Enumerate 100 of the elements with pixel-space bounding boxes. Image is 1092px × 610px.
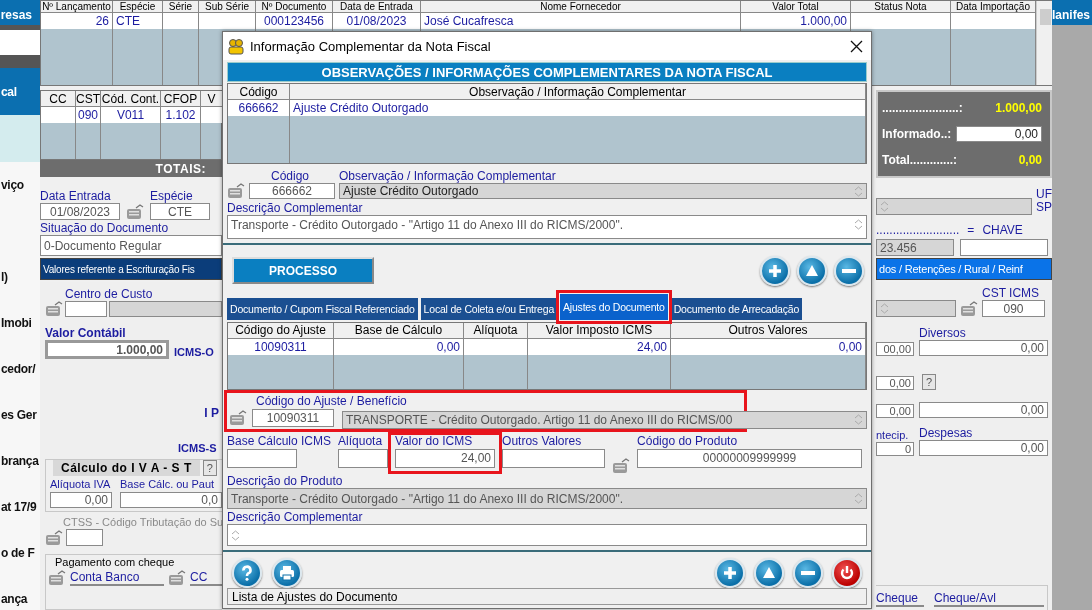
select-field[interactable] — [876, 300, 956, 317]
text-field[interactable]: 23.456 — [876, 239, 954, 256]
column-header[interactable]: Data Importação — [951, 1, 1036, 13]
sidebar-item[interactable]: o de F — [0, 530, 40, 576]
key-field[interactable] — [960, 239, 1048, 256]
amount-field[interactable]: 24,00 — [395, 448, 496, 468]
column-header[interactable]: Série — [163, 1, 199, 13]
scroll-thumb[interactable] — [1039, 9, 1051, 25]
amount-field[interactable]: 00,00 — [876, 342, 914, 356]
sidebar-item[interactable]: es Ger — [0, 392, 40, 438]
sidebar-header[interactable]: resas — [0, 0, 40, 25]
code-field[interactable] — [66, 529, 103, 546]
description-field[interactable] — [109, 301, 222, 317]
amount-field[interactable]: 0,00 — [956, 126, 1042, 142]
keypad-icon[interactable] — [168, 570, 186, 586]
move-up-button[interactable] — [754, 558, 784, 588]
code-field[interactable]: 666662 — [249, 183, 335, 199]
spin-icon[interactable] — [854, 492, 863, 505]
amount-field[interactable]: 0 — [876, 442, 914, 456]
sidebar-item[interactable]: at 17/9 — [0, 484, 40, 530]
tab[interactable]: Documento de Arrecadação — [670, 297, 803, 320]
column-header[interactable]: Status Nota — [851, 1, 951, 13]
amount-field[interactable]: 00000009999999 — [637, 448, 863, 468]
keypad-icon[interactable] — [960, 301, 978, 317]
add-button[interactable] — [715, 558, 745, 588]
keypad-icon[interactable] — [126, 204, 144, 220]
sidebar-item[interactable]: cedor/ — [0, 346, 40, 392]
amount-field[interactable]: 0,00 — [919, 440, 1048, 456]
move-up-button[interactable] — [797, 255, 827, 286]
amount-field[interactable] — [502, 448, 606, 468]
column-header[interactable]: Código do Ajuste — [228, 322, 334, 339]
sidebar-item[interactable]: ança — [0, 576, 40, 610]
date-field[interactable]: 01/08/2023 — [40, 203, 120, 220]
remove-button[interactable] — [793, 558, 823, 588]
amount-field[interactable]: 1.000,00 — [45, 340, 169, 359]
help-button[interactable]: ? — [922, 374, 936, 390]
amount-field[interactable] — [227, 448, 297, 468]
power-button[interactable] — [832, 558, 862, 588]
code-field[interactable] — [65, 301, 107, 317]
column-header[interactable]: Base de Cálculo — [334, 322, 464, 339]
column-header[interactable]: Data de Entrada — [333, 1, 421, 13]
column-header[interactable]: Nº Documento — [256, 1, 333, 13]
text-area[interactable] — [227, 524, 867, 546]
manifest-button[interactable]: lanifes — [1052, 0, 1092, 25]
text-field[interactable]: CTE — [150, 203, 210, 220]
amount-field[interactable]: 0,00 — [50, 492, 112, 508]
section-bar[interactable]: dos / Retenções / Rural / Reinf — [876, 258, 1052, 280]
spin-icon[interactable] — [854, 413, 863, 427]
select-field[interactable]: 0-Documento Regular — [40, 235, 222, 256]
text-area[interactable]: Transporte - Crédito Outorgado - "Artigo 11 do Anexo III do RICMS/2000". — [227, 215, 867, 239]
keypad-icon[interactable] — [45, 529, 63, 546]
column-header[interactable]: Sub Série — [199, 1, 256, 13]
sidebar-item[interactable]: brança — [0, 438, 40, 484]
keypad-icon[interactable] — [612, 457, 631, 474]
help-button[interactable]: ? — [202, 460, 217, 476]
select-field[interactable] — [876, 198, 1032, 215]
column-header[interactable]: Espécie — [113, 1, 163, 13]
select-field[interactable]: TRANSPORTE - Crédito Outorgado. Artigo 11 do Anexo III do RICMS/00 — [342, 410, 867, 429]
column-header[interactable]: Cód. Cont. — [101, 91, 161, 107]
amount-field[interactable]: 0,00 — [876, 404, 914, 418]
column-header[interactable]: Nº Lançamento — [41, 1, 113, 13]
sidebar-item[interactable]: viço — [0, 162, 40, 208]
column-header[interactable]: Observação / Informação Complementar — [290, 84, 866, 100]
tab[interactable]: Documento / Cupom Fiscal Referenciado — [227, 297, 418, 320]
help-button[interactable] — [232, 558, 262, 588]
column-header[interactable]: Outros Valores — [671, 322, 866, 339]
column-header[interactable]: Nome Fornecedor — [421, 1, 741, 13]
spin-icon[interactable] — [854, 218, 863, 231]
amount-field[interactable]: 0,00 — [876, 376, 914, 390]
sidebar-item[interactable]: Imobi — [0, 300, 40, 346]
keypad-icon[interactable] — [45, 301, 63, 317]
add-button[interactable] — [760, 255, 790, 286]
remove-button[interactable] — [834, 255, 864, 286]
keypad-icon[interactable] — [227, 183, 245, 199]
print-button[interactable] — [272, 558, 302, 588]
sidebar-item[interactable]: cal — [0, 68, 40, 115]
keypad-icon[interactable] — [229, 409, 247, 426]
column-header[interactable]: Alíquota — [464, 322, 528, 339]
column-header[interactable]: Valor Imposto ICMS — [528, 322, 671, 339]
process-button[interactable]: PROCESSO — [232, 257, 374, 285]
description-field[interactable]: Transporte - Crédito Outorgado - "Artigo 11 do Anexo III do RICMS/2000". — [227, 487, 867, 510]
column-header[interactable]: CC — [41, 91, 76, 107]
column-header[interactable]: CST — [76, 91, 101, 107]
close-icon[interactable] — [850, 39, 863, 53]
spin-icon[interactable] — [854, 184, 863, 198]
amount-field[interactable]: 0,00 — [919, 402, 1048, 418]
column-header[interactable]: Valor Total — [741, 1, 851, 13]
column-header[interactable]: V — [201, 91, 223, 107]
text-field[interactable]: 090 — [982, 300, 1045, 317]
tab[interactable]: Local de Coleta e/ou Entrega — [420, 297, 558, 320]
spin-icon[interactable] — [880, 302, 889, 315]
spin-icon[interactable] — [231, 528, 240, 542]
spin-icon[interactable] — [880, 200, 889, 213]
amount-field[interactable]: 0,0 — [120, 492, 222, 508]
select-field[interactable]: Ajuste Crédito Outorgado — [339, 183, 867, 199]
amount-field[interactable]: 0,00 — [919, 340, 1048, 356]
amount-field[interactable] — [338, 448, 389, 468]
column-header[interactable]: Código — [228, 84, 290, 100]
code-field[interactable]: 10090311 — [252, 408, 334, 427]
column-header[interactable]: CFOP — [161, 91, 201, 107]
